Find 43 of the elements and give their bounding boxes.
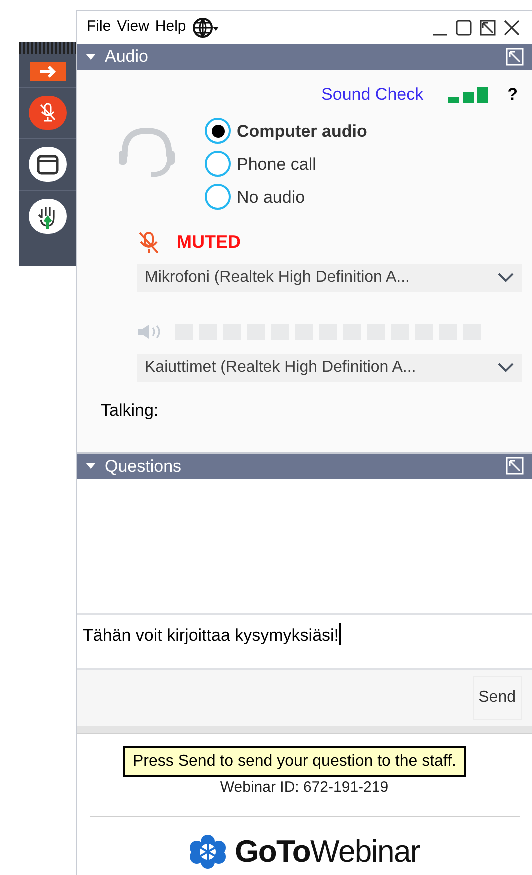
audio-option[interactable]: No audio — [205, 183, 368, 212]
radio-button[interactable] — [205, 151, 231, 178]
popout-icon[interactable] — [480, 20, 496, 36]
chevron-down-icon — [498, 273, 514, 284]
drag-handle[interactable] — [19, 42, 76, 54]
panel-title: Questions — [105, 456, 183, 478]
window-icon — [36, 154, 58, 174]
raise-hand-button[interactable] — [28, 199, 66, 234]
mic-status: MUTED — [177, 231, 241, 254]
close-icon[interactable] — [504, 20, 520, 36]
panel-header[interactable]: Questions — [77, 454, 532, 479]
tooltip: Press Send to send your question to the staff. — [123, 746, 466, 777]
device-dropdown[interactable]: Mikrofoni (Realtek High Definition A... — [137, 264, 522, 292]
menu-item[interactable]: View — [115, 16, 152, 39]
panel-header[interactable]: Audio — [77, 44, 532, 70]
send-button[interactable]: Send — [472, 676, 522, 720]
radio-button[interactable] — [205, 118, 231, 144]
globe-icon[interactable] — [192, 16, 220, 39]
audio-option[interactable]: Computer audio — [205, 117, 368, 146]
muted-mic-icon — [38, 103, 56, 123]
headset-icon — [117, 127, 177, 180]
panel-title: Audio — [105, 46, 150, 68]
menu-item[interactable]: Help — [153, 16, 188, 39]
splitter-handle[interactable] — [77, 726, 532, 734]
menu-item[interactable]: File — [85, 16, 114, 39]
maximize-icon[interactable] — [456, 20, 472, 36]
chevron-down-icon — [498, 363, 514, 374]
logo-icon — [189, 834, 227, 870]
collapse-icon[interactable] — [85, 53, 97, 62]
talking-label: Talking: — [101, 400, 160, 422]
signal-bars-icon — [448, 86, 488, 103]
sound-check-link[interactable]: Sound Check — [322, 82, 424, 108]
window-button[interactable] — [28, 147, 66, 182]
radio-button[interactable] — [205, 184, 231, 210]
collapse-icon[interactable] — [85, 462, 97, 470]
arrow-button[interactable] — [30, 62, 66, 81]
webinar-id: Webinar ID: 672-191-219 — [220, 778, 389, 798]
help-link[interactable]: ? — [508, 82, 518, 108]
mute-button[interactable] — [28, 96, 66, 130]
device-dropdown[interactable]: Kaiuttimet (Realtek High Definition A... — [137, 354, 522, 382]
brand-logo: GoToWebinar — [235, 832, 420, 870]
audio-option[interactable]: Phone call — [205, 150, 368, 178]
arrow-right-icon — [38, 64, 58, 78]
